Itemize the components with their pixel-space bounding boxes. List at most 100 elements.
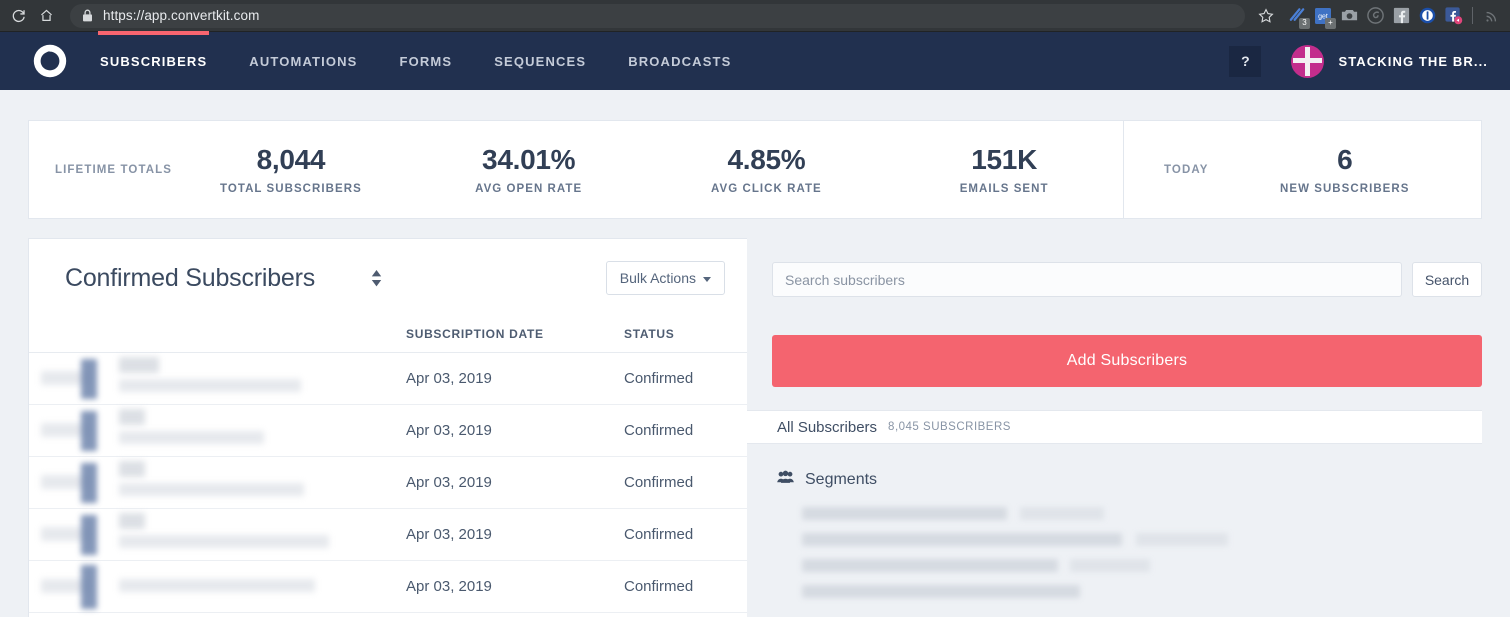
evernote-extension-icon[interactable] (1363, 4, 1387, 28)
table-header: SUBSCRIPTION DATE STATUS (29, 317, 747, 353)
app-navigation-bar: SUBSCRIBERS AUTOMATIONS FORMS SEQUENCES … (0, 31, 1510, 90)
add-subscribers-button[interactable]: Add Subscribers (772, 335, 1482, 387)
facebook-extension-icon[interactable] (1389, 4, 1413, 28)
reload-icon[interactable] (4, 2, 32, 30)
list-item[interactable] (802, 503, 1482, 529)
subscriber-identity-cell[interactable] (29, 456, 376, 509)
nav-item-sequences[interactable]: SEQUENCES (494, 32, 586, 90)
status-cell: Confirmed (594, 508, 747, 561)
content-area: Confirmed Subscribers Bulk Actions SUBSC… (28, 238, 1482, 617)
segments-header: Segments (772, 470, 1482, 489)
stat-label: TOTAL SUBSCRIBERS (219, 183, 362, 195)
help-button[interactable]: ? (1229, 45, 1262, 77)
status-cell: Confirmed (594, 456, 747, 509)
stat-label: NEW SUBSCRIBERS (1280, 183, 1410, 195)
pocket-extension-icon[interactable]: get + (1311, 4, 1336, 29)
subscribers-table: SUBSCRIPTION DATE STATUS Apr 03, 2019 Co… (29, 317, 747, 613)
onepassword-extension-icon[interactable] (1415, 4, 1439, 28)
subscription-date-cell: Apr 03, 2019 (376, 456, 594, 509)
lifetime-totals-label: LIFETIME TOTALS (55, 163, 173, 176)
column-header-status[interactable]: STATUS (594, 317, 747, 353)
list-item[interactable] (802, 529, 1482, 555)
stat-value: 151K (971, 144, 1038, 175)
browser-toolbar: https://app.convertkit.com 3 get + (0, 0, 1510, 32)
status-cell: Confirmed (594, 404, 747, 457)
page-title: Confirmed Subscribers (65, 263, 316, 292)
url-text: https://app.convertkit.com (103, 8, 260, 23)
subscribers-panel-header: Confirmed Subscribers Bulk Actions (29, 239, 747, 317)
nav-item-label: SUBSCRIBERS (100, 53, 208, 69)
avatar[interactable] (1291, 44, 1325, 78)
stat-value: 8,044 (256, 144, 326, 175)
subscriber-identity-cell[interactable] (29, 508, 376, 561)
nav-item-broadcasts[interactable]: BROADCASTS (628, 32, 731, 90)
stat-total-subscribers: 8,044 TOTAL SUBSCRIBERS (172, 144, 410, 195)
convertkit-logo[interactable] (0, 40, 100, 82)
stat-avg-open-rate: 34.01% AVG OPEN RATE (410, 144, 648, 195)
people-group-icon (777, 470, 794, 489)
search-button[interactable]: Search (1412, 262, 1482, 297)
nav-item-automations[interactable]: AUTOMATIONS (249, 32, 357, 90)
extension-badge: 3 (1299, 17, 1310, 29)
stat-value: 4.85% (727, 144, 806, 175)
segments-list (772, 503, 1482, 607)
subscribers-sidebar: Search Add Subscribers All Subscribers 8… (747, 238, 1482, 617)
subscriber-identity-cell[interactable] (29, 404, 376, 457)
stat-value: 34.01% (482, 144, 576, 175)
subscribers-panel: Confirmed Subscribers Bulk Actions SUBSC… (28, 238, 747, 617)
nav-right-group: ? STACKING THE BR... (1229, 44, 1488, 78)
nav-item-subscribers[interactable]: SUBSCRIBERS (97, 31, 210, 90)
today-totals-group: TODAY 6 NEW SUBSCRIBERS (1124, 121, 1481, 218)
facebook-pixel-extension-icon[interactable] (1441, 4, 1465, 28)
stat-emails-sent: 151K EMAILS SENT (885, 144, 1123, 195)
all-subscribers-row[interactable]: All Subscribers 8,045 SUBSCRIBERS (747, 410, 1482, 444)
table-row[interactable]: Apr 03, 2019 Confirmed (29, 456, 747, 509)
list-item[interactable] (802, 581, 1482, 607)
sort-updown-icon[interactable] (371, 269, 382, 287)
rss-feed-extension-icon[interactable] (1480, 4, 1504, 28)
home-icon[interactable] (32, 2, 60, 30)
chevron-down-icon (703, 276, 711, 282)
subscriber-identity-cell[interactable] (29, 352, 376, 405)
list-item[interactable] (802, 555, 1482, 581)
search-row: Search (772, 262, 1482, 297)
table-row[interactable]: Apr 03, 2019 Confirmed (29, 352, 747, 405)
search-input[interactable] (772, 262, 1402, 297)
nav-item-label: SEQUENCES (494, 53, 587, 69)
screenshot-extension-icon[interactable] (1337, 4, 1361, 28)
all-subscribers-label: All Subscribers (777, 418, 878, 436)
stat-value: 6 (1337, 144, 1353, 175)
account-name[interactable]: STACKING THE BR... (1338, 54, 1488, 69)
table-row[interactable]: Apr 03, 2019 Confirmed (29, 508, 747, 561)
stat-label: AVG OPEN RATE (475, 183, 583, 195)
stat-new-subscribers: 6 NEW SUBSCRIBERS (1209, 144, 1482, 195)
table-row[interactable]: Apr 03, 2019 Confirmed (29, 404, 747, 457)
stat-avg-click-rate: 4.85% AVG CLICK RATE (648, 144, 886, 195)
today-label: TODAY (1164, 163, 1209, 176)
grammarly-extension-icon[interactable]: 3 (1285, 4, 1310, 29)
extensions-strip: 3 get + (1279, 4, 1504, 29)
bulk-actions-button[interactable]: Bulk Actions (605, 261, 725, 295)
stat-label: AVG CLICK RATE (711, 183, 822, 195)
nav-item-label: BROADCASTS (628, 53, 732, 69)
nav-item-label: AUTOMATIONS (249, 53, 358, 69)
nav-item-forms[interactable]: FORMS (400, 32, 453, 90)
status-cell: Confirmed (594, 560, 747, 613)
all-subscribers-count: 8,045 SUBSCRIBERS (888, 421, 1011, 433)
table-body: Apr 03, 2019 Confirmed Apr 03, 2019 Conf… (29, 352, 747, 613)
subscription-date-cell: Apr 03, 2019 (376, 508, 594, 561)
column-header-person[interactable] (29, 317, 376, 353)
subscription-date-cell: Apr 03, 2019 (376, 404, 594, 457)
status-cell: Confirmed (594, 352, 747, 405)
column-header-subscription-date[interactable]: SUBSCRIPTION DATE (376, 317, 594, 353)
nav-item-label: FORMS (399, 53, 453, 69)
star-icon[interactable] (1253, 3, 1279, 29)
toolbar-divider (1472, 7, 1473, 24)
lock-icon (82, 9, 93, 22)
nav-links: SUBSCRIBERS AUTOMATIONS FORMS SEQUENCES … (97, 31, 1229, 90)
subscriber-identity-cell[interactable] (29, 560, 376, 613)
address-bar[interactable]: https://app.convertkit.com (70, 3, 1245, 28)
stat-label: EMAILS SENT (959, 183, 1049, 195)
table-row[interactable]: Apr 03, 2019 Confirmed (29, 560, 747, 613)
subscription-date-cell: Apr 03, 2019 (376, 352, 594, 405)
